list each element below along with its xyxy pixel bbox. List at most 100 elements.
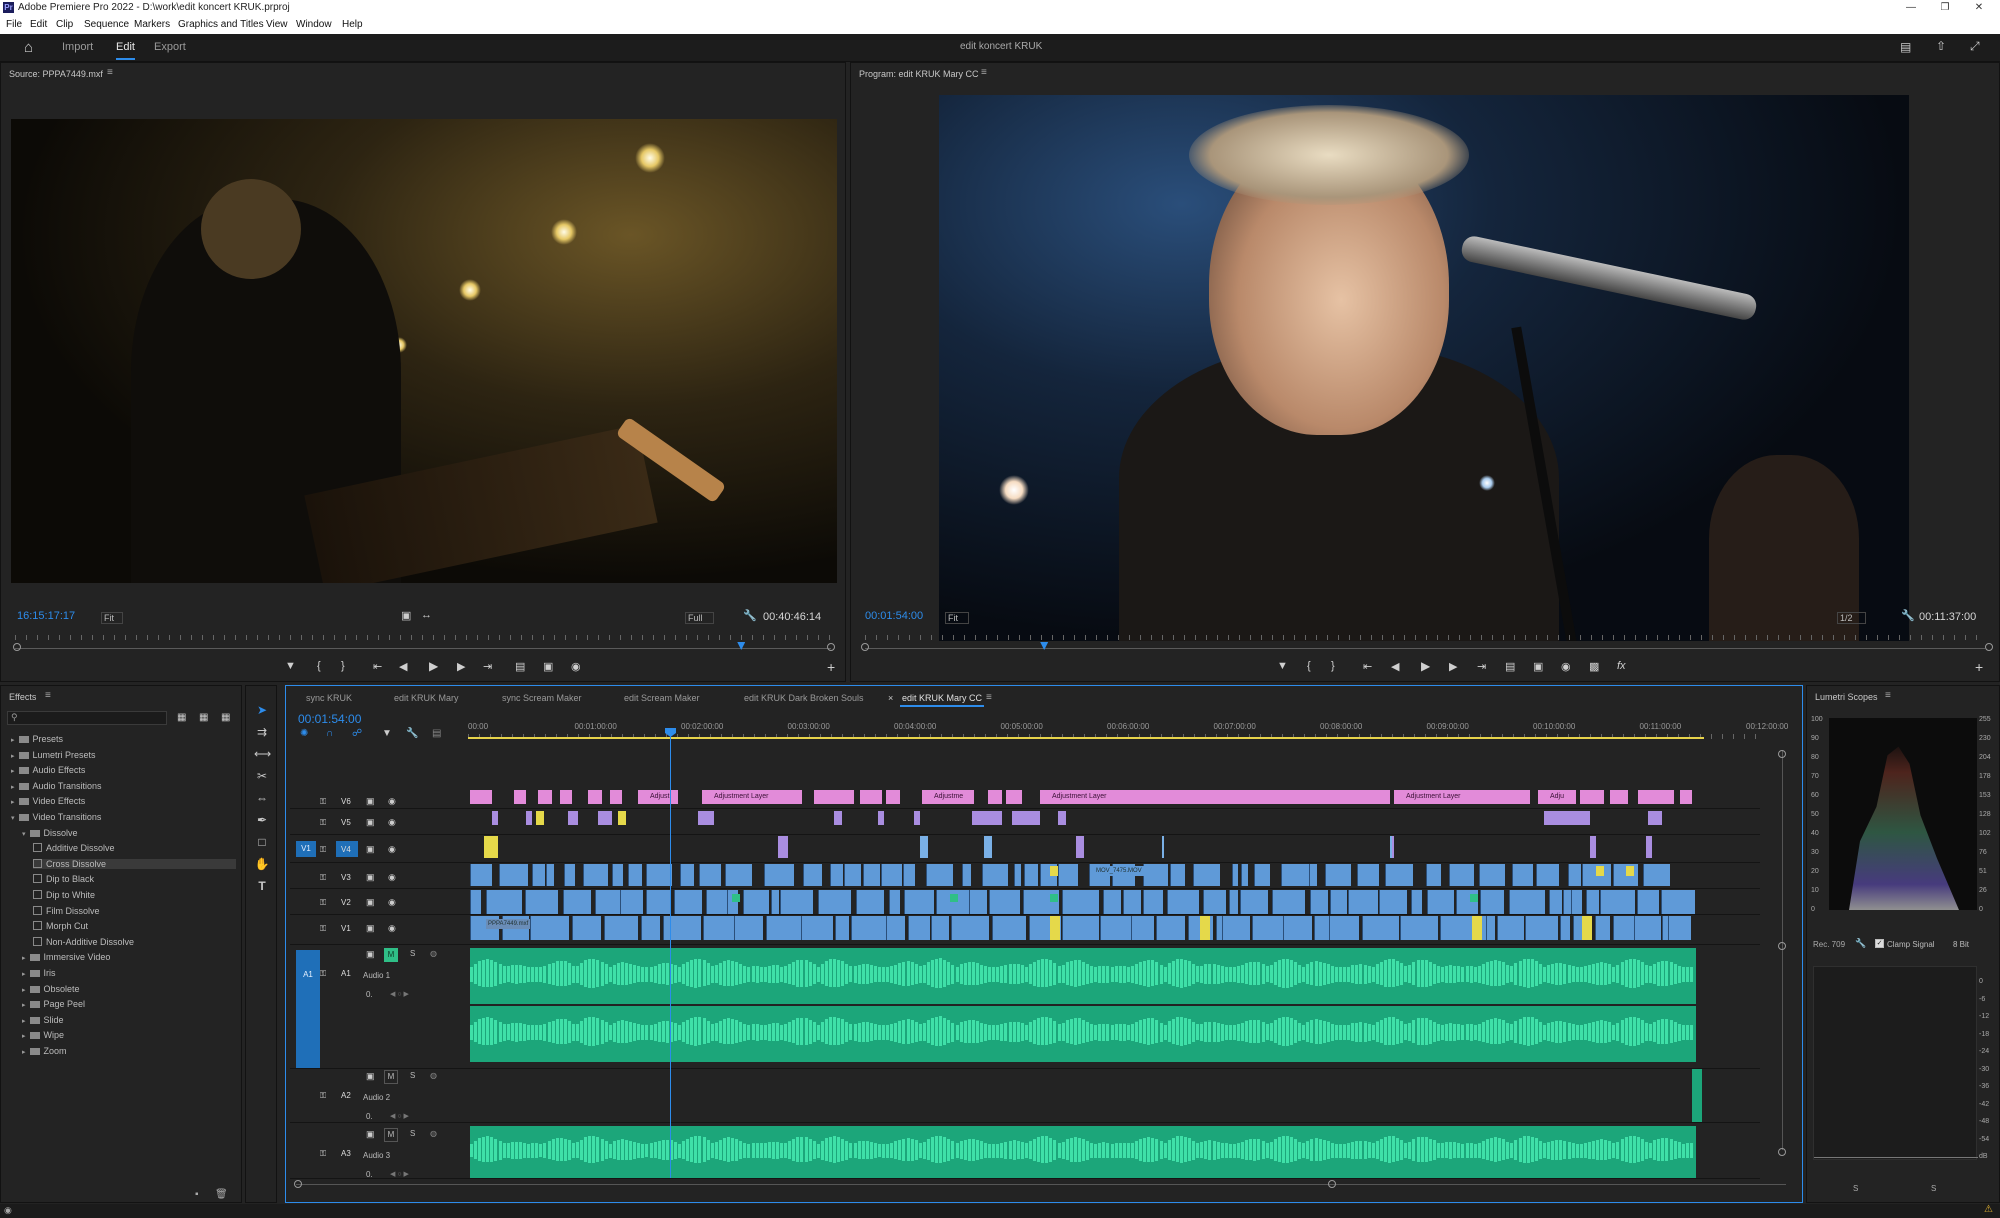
comparison-view-icon[interactable]: ▩: [1589, 660, 1599, 673]
panel-menu-icon[interactable]: ≡: [107, 67, 113, 78]
video-clip[interactable]: [1330, 890, 1347, 914]
video-clip[interactable]: [1536, 864, 1559, 886]
video-clip[interactable]: [1486, 916, 1495, 940]
panel-menu-icon[interactable]: ≡: [981, 67, 987, 78]
button-editor-icon[interactable]: +: [827, 659, 835, 675]
adjustment-layer-clip[interactable]: [1006, 790, 1022, 804]
adjustment-layer-clip[interactable]: [610, 790, 622, 804]
ripple-edit-tool-icon[interactable]: ⟷: [254, 746, 271, 762]
video-clip[interactable]: [908, 916, 930, 940]
video-clip[interactable]: [1362, 916, 1399, 940]
program-scrub-bar[interactable]: [865, 642, 1985, 650]
lock-track-icon[interactable]: ⚿: [320, 1149, 326, 1159]
video-clip[interactable]: [1549, 890, 1562, 914]
bit-depth-select[interactable]: 8 Bit: [1953, 940, 1969, 949]
tab-import[interactable]: Import: [62, 41, 93, 53]
video-clip[interactable]: [1385, 864, 1413, 886]
color-space-select[interactable]: Rec. 709: [1813, 940, 1845, 949]
video-clip[interactable]: [801, 916, 833, 940]
adjustment-layer-clip[interactable]: Adjust: [638, 790, 678, 804]
effects-tree-item[interactable]: ▸ Video Effects: [11, 796, 85, 806]
panel-menu-icon[interactable]: ≡: [1885, 690, 1891, 701]
graphics-clip[interactable]: [1582, 916, 1592, 940]
scroll-handle-right[interactable]: [827, 643, 835, 651]
track-volume-level[interactable]: 0.: [366, 990, 373, 999]
video-clip[interactable]: [564, 864, 575, 886]
video-clip[interactable]: [1281, 864, 1309, 886]
adjustment-layer-clip[interactable]: Adjustme: [922, 790, 974, 804]
effects-search-input[interactable]: ⚲: [7, 711, 167, 725]
add-marker-icon[interactable]: ▼: [285, 660, 296, 672]
chevron-right-icon[interactable]: ▸: [22, 971, 26, 978]
nested-sequence-clip[interactable]: [698, 811, 714, 825]
extract-icon[interactable]: ▣: [1533, 660, 1543, 673]
video-clip[interactable]: [530, 916, 569, 940]
video-clip[interactable]: [1240, 890, 1268, 914]
chevron-right-icon[interactable]: ▸: [11, 799, 15, 806]
video-clip[interactable]: [1600, 890, 1635, 914]
graphics-clip[interactable]: [1050, 866, 1058, 876]
keyframe-nav-icon[interactable]: ◀ ○ ▶: [390, 1112, 409, 1120]
video-clip[interactable]: [1329, 916, 1359, 940]
effects-tree-item[interactable]: Additive Dissolve: [33, 843, 115, 853]
chevron-right-icon[interactable]: ▸: [22, 955, 26, 962]
scroll-handle-bottom[interactable]: [1778, 1148, 1786, 1156]
video-clip[interactable]: [1170, 864, 1185, 886]
menu-view[interactable]: View: [266, 19, 288, 30]
video-clip[interactable]: [1103, 890, 1121, 914]
effects-tree-item[interactable]: ▸ Presets: [11, 734, 63, 744]
effects-tree-item[interactable]: Dip to Black: [33, 874, 94, 884]
nested-sequence-clip[interactable]: [914, 811, 920, 825]
nested-sequence-clip[interactable]: [598, 811, 612, 825]
video-clip[interactable]: [604, 916, 638, 940]
track-id[interactable]: A2: [341, 1091, 351, 1100]
selection-tool-icon[interactable]: ➤: [254, 702, 270, 718]
solo-right-button[interactable]: S: [1931, 1184, 1936, 1193]
video-clip[interactable]: [803, 864, 822, 886]
lock-track-icon[interactable]: ⚿: [320, 845, 326, 855]
drag-video-icon[interactable]: ▣: [401, 609, 411, 622]
eye-icon[interactable]: ◉: [388, 872, 396, 883]
video-clip[interactable]: [572, 916, 601, 940]
source-patch-v1[interactable]: V1: [296, 841, 316, 857]
eye-icon[interactable]: ◉: [388, 844, 396, 855]
video-clip[interactable]: [646, 864, 672, 886]
video-clip[interactable]: [470, 864, 492, 886]
video-clip[interactable]: [1123, 890, 1141, 914]
video-clip[interactable]: [931, 916, 949, 940]
eye-icon[interactable]: ◉: [388, 923, 396, 934]
keyframe-nav-icon[interactable]: ◀ ○ ▶: [390, 1170, 409, 1178]
video-clip[interactable]: [612, 864, 623, 886]
mark-out-icon[interactable]: }: [341, 660, 345, 672]
sync-lock-icon[interactable]: ▣: [366, 872, 375, 883]
video-clip[interactable]: [706, 890, 727, 914]
voice-record-icon[interactable]: ◍: [430, 1129, 437, 1138]
scope-settings-icon[interactable]: 🔧: [1855, 938, 1866, 949]
scroll-handle-right[interactable]: [1985, 643, 1993, 651]
video-clip[interactable]: [680, 864, 694, 886]
video-clip[interactable]: [962, 864, 971, 886]
effects-tree-item[interactable]: ▸ Lumetri Presets: [11, 750, 96, 760]
video-clip[interactable]: [1637, 890, 1659, 914]
mark-in-icon[interactable]: {: [1307, 660, 1311, 672]
video-clip[interactable]: [1314, 916, 1329, 940]
video-clip[interactable]: [1390, 836, 1392, 858]
menu-sequence[interactable]: Sequence: [84, 19, 129, 30]
video-clip[interactable]: [1512, 864, 1533, 886]
nested-sequence-clip[interactable]: [1012, 811, 1040, 825]
video-clip[interactable]: [1156, 916, 1185, 940]
hand-tool-icon[interactable]: ✋: [254, 856, 270, 872]
green-marker[interactable]: [950, 894, 958, 902]
yuv-effects-icon[interactable]: ▦: [221, 712, 230, 723]
go-to-out-icon[interactable]: ⇥: [1477, 660, 1486, 673]
warning-icon[interactable]: ⚠: [1984, 1204, 1993, 1215]
video-clip[interactable]: [1379, 890, 1407, 914]
video-clip[interactable]: [904, 890, 934, 914]
restore-icon[interactable]: ❐: [1930, 0, 1960, 16]
tab-sync-kruk[interactable]: sync KRUK: [306, 693, 352, 703]
video-clip[interactable]: [595, 890, 620, 914]
mark-in-icon[interactable]: {: [317, 660, 321, 672]
video-clip[interactable]: [984, 836, 992, 858]
lock-track-icon[interactable]: ⚿: [320, 924, 326, 934]
tab-edit[interactable]: Edit: [116, 41, 135, 60]
